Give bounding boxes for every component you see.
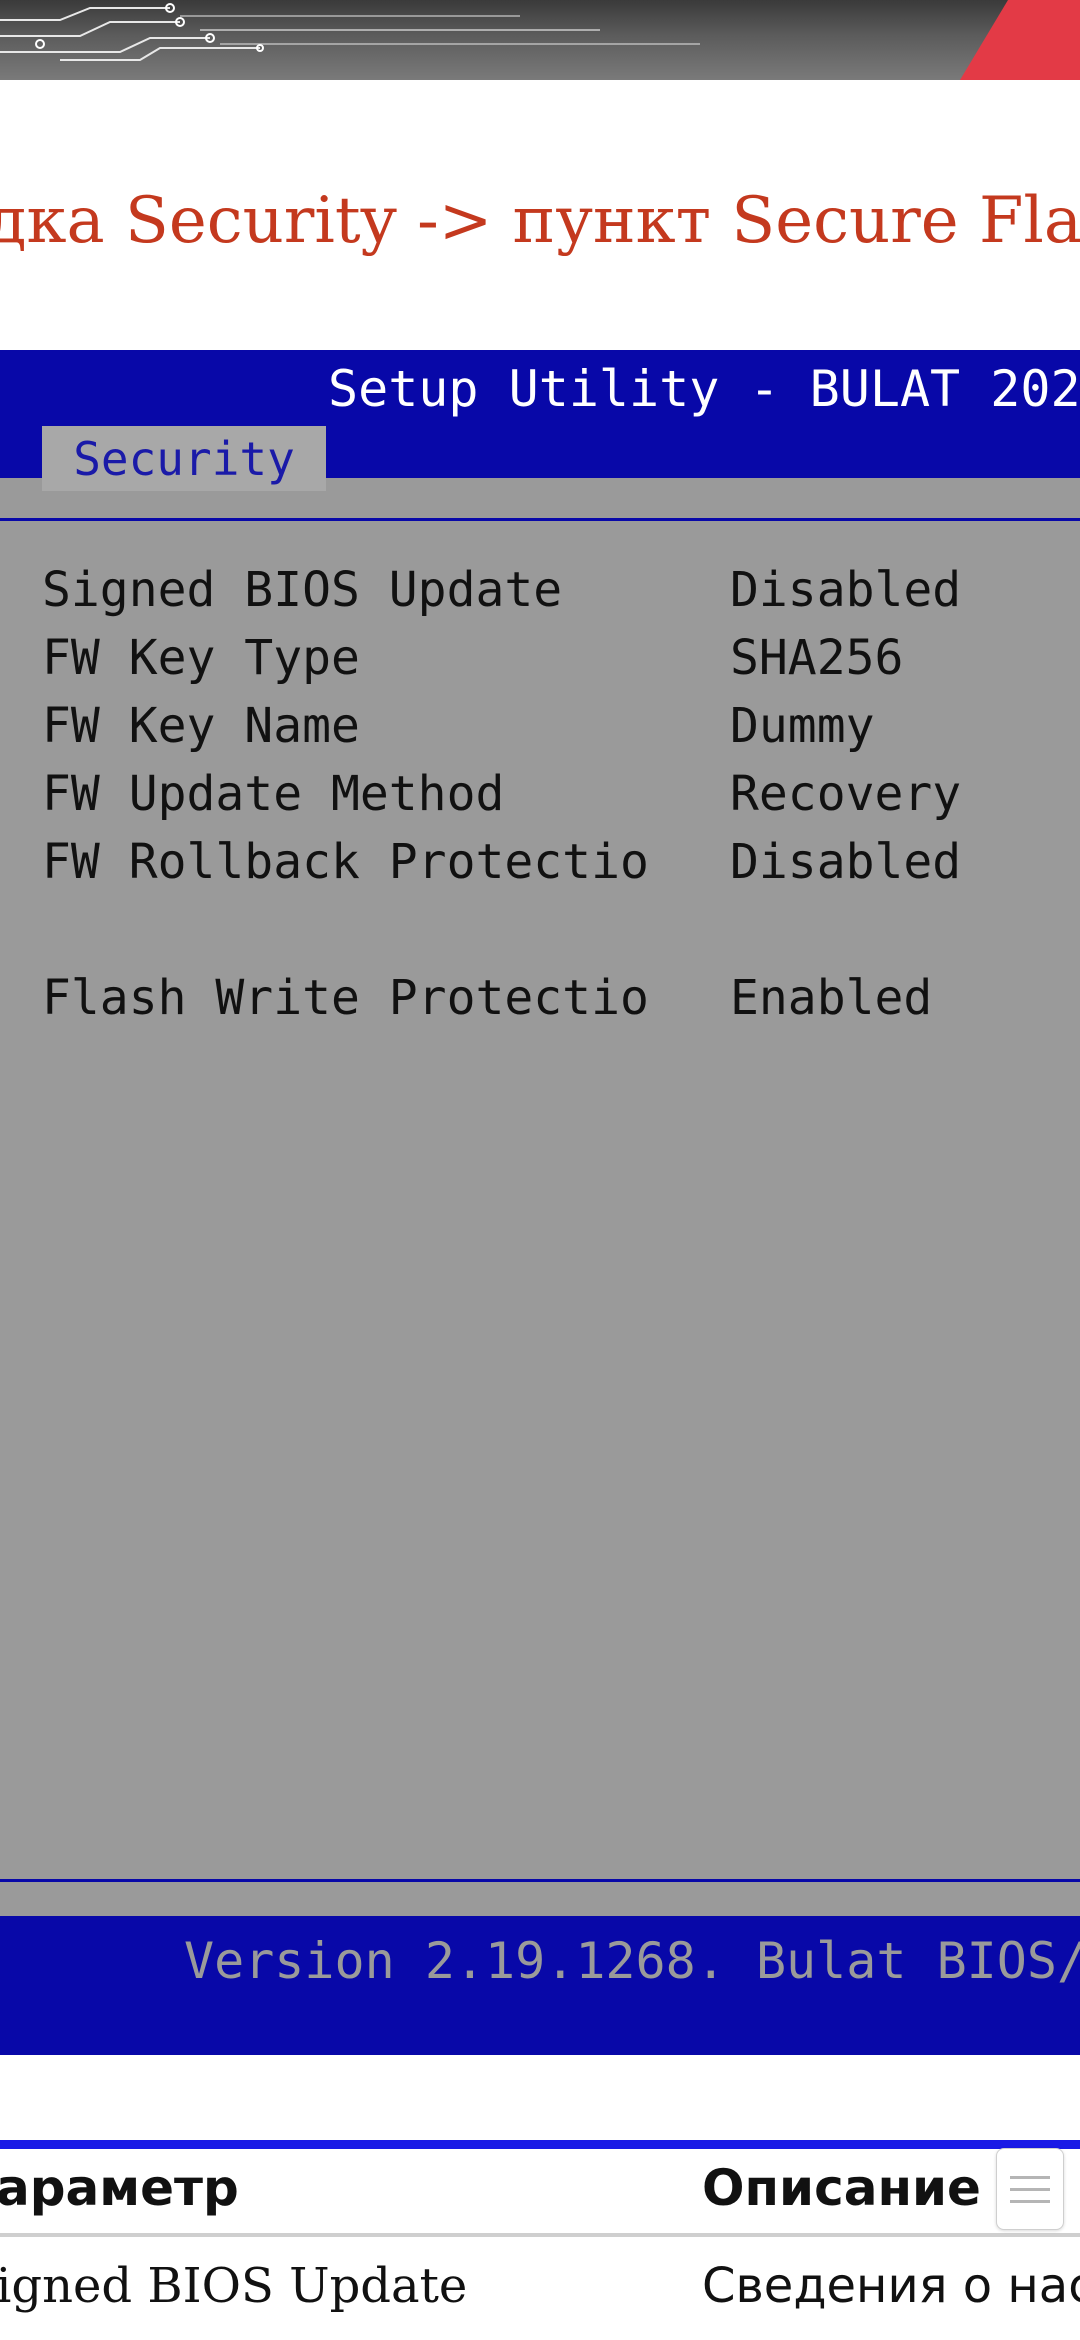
top-banner (0, 0, 1080, 80)
bios-screenshot: Setup Utility - BULAT 2020 Security Sign… (0, 350, 1080, 2055)
column-header-description: Описание (702, 2159, 981, 2217)
setting-fw-update-method-value[interactable]: Recovery (730, 766, 961, 826)
hamburger-icon[interactable] (996, 2148, 1064, 2230)
red-accent-shape (960, 0, 1080, 80)
bios-divider-bottom (0, 1879, 1080, 1882)
bios-divider-top (0, 518, 1080, 521)
setting-fw-key-type-label[interactable]: FW Key Type (42, 630, 360, 690)
table-top-border (0, 2140, 1080, 2149)
table-header: араметр Описание (0, 2149, 1080, 2235)
bios-version: Version 2.19.1268. Bulat BIOS/UE (184, 1932, 1080, 1990)
page-heading: кладка Security -> пункт Secure Fla (0, 176, 1080, 286)
setting-signed-bios-update-label[interactable]: Signed BIOS Update (42, 562, 562, 622)
setting-fw-key-type-value[interactable]: SHA256 (730, 630, 903, 690)
setting-flash-write-protection-label[interactable]: Flash Write Protectio (42, 970, 649, 1030)
setting-signed-bios-update-value[interactable]: Disabled (730, 562, 961, 622)
page-heading-text: кладка Security -> пункт Secure Fla (0, 184, 1080, 258)
circuit-decoration-icon (0, 3, 700, 61)
setting-fw-rollback-protection-value[interactable]: Disabled (730, 834, 961, 894)
table-cell-description: Сведения о нас (702, 2258, 1080, 2314)
column-header-parameter: араметр (0, 2159, 239, 2217)
table-cell-parameter: igned BIOS Update (0, 2258, 468, 2314)
bios-title: Setup Utility - BULAT 2020 (328, 360, 1080, 418)
bios-footer: Version 2.19.1268. Bulat BIOS/UE (0, 1916, 1080, 2055)
setting-flash-write-protection-value[interactable]: Enabled (730, 970, 932, 1030)
setting-fw-key-name-value[interactable]: Dummy (730, 698, 875, 758)
table-header-divider (0, 2233, 1080, 2237)
setting-fw-update-method-label[interactable]: FW Update Method (42, 766, 504, 826)
setting-fw-key-name-label[interactable]: FW Key Name (42, 698, 360, 758)
bios-title-bar: Setup Utility - BULAT 2020 (0, 350, 1080, 420)
setting-fw-rollback-protection-label[interactable]: FW Rollback Protectio (42, 834, 649, 894)
tab-security[interactable]: Security (42, 426, 326, 491)
